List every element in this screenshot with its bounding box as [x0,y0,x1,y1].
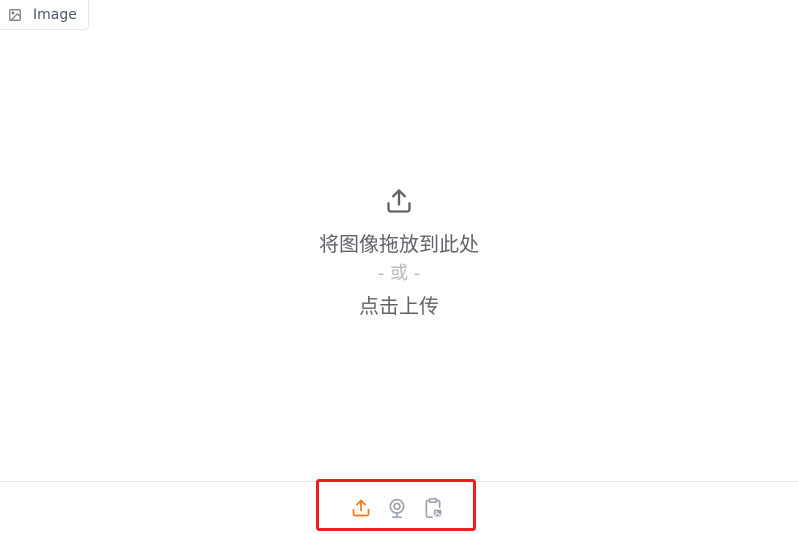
click-upload-text: 点击上传 [359,293,439,318]
upload-icon [352,499,370,517]
source-buttons [350,496,444,520]
image-label-text: Image [33,6,77,23]
image-drop-zone[interactable]: 将图像拖放到此处 - 或 - 点击上传 [0,31,798,481]
image-icon [8,8,22,22]
image-label-tab: Image [0,0,89,30]
webcam-icon [389,498,405,519]
drop-zone-content: 将图像拖放到此处 - 或 - 点击上传 [319,187,479,323]
upload-icon [387,188,411,213]
image-upload-component: Image 将图像拖放到此处 - 或 - 点击上传 [0,0,798,534]
upload-source-button[interactable] [350,496,372,520]
clipboard-source-button[interactable] [422,496,444,520]
webcam-source-button[interactable] [386,496,408,520]
clipboard-icon [425,498,442,519]
or-separator-text: - 或 - [377,262,421,284]
drop-instruction-text: 将图像拖放到此处 [319,231,479,256]
